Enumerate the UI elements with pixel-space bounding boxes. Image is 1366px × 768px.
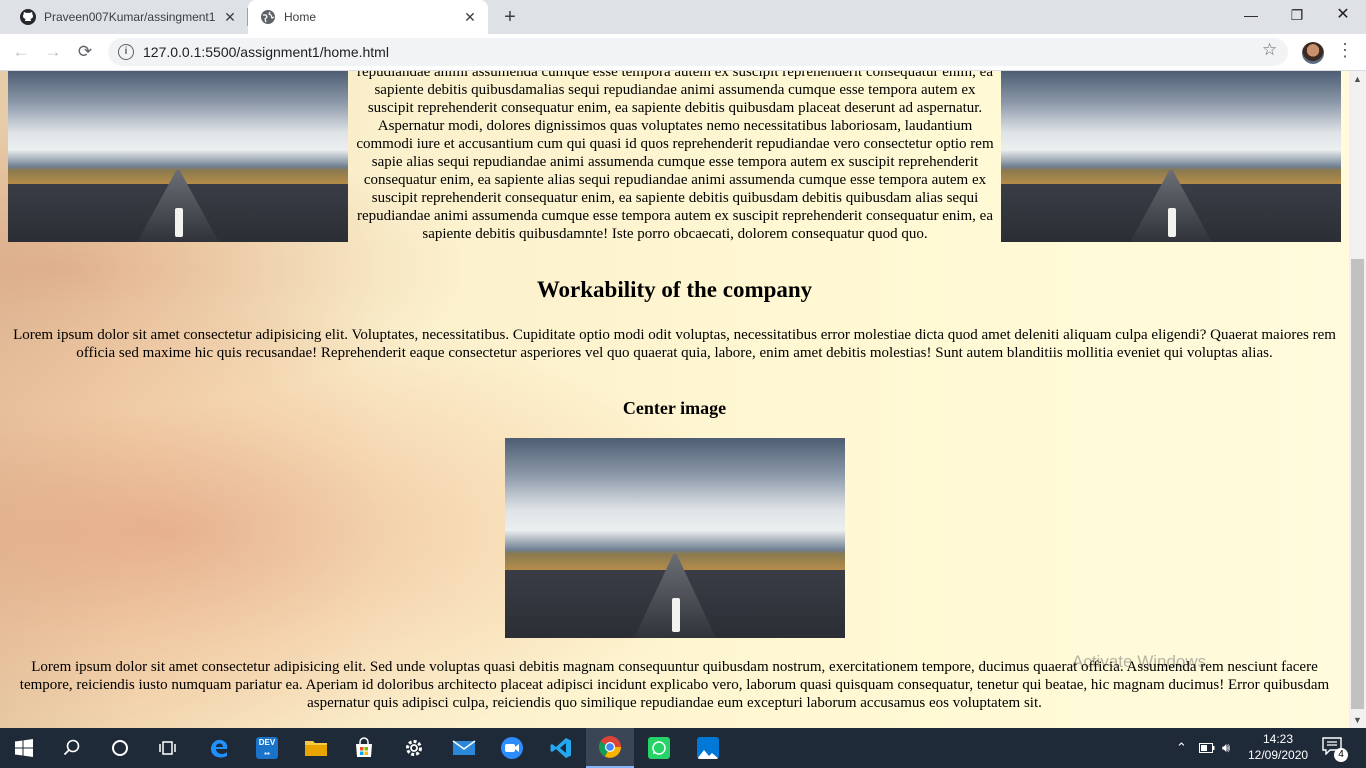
settings-icon[interactable] <box>390 728 438 768</box>
address-bar[interactable]: i 127.0.0.1:5500/assignment1/home.html <box>108 38 1288 66</box>
info-icon[interactable]: i <box>118 44 134 60</box>
whatsapp-icon[interactable] <box>635 728 683 768</box>
photos-icon[interactable] <box>684 728 732 768</box>
bookmark-star-icon[interactable]: ☆ <box>1262 40 1277 60</box>
globe-icon <box>260 9 276 25</box>
road-image-right <box>1001 71 1341 242</box>
battery-icon[interactable] <box>1199 728 1215 768</box>
store-icon[interactable] <box>340 728 388 768</box>
zoom-icon[interactable] <box>488 728 536 768</box>
page-scrollbar[interactable]: ▲ ▼ <box>1349 71 1366 728</box>
browser-menu-icon[interactable]: ⋮ <box>1336 40 1354 61</box>
center-image-heading: Center image <box>622 398 727 418</box>
github-icon <box>20 9 36 25</box>
profile-avatar[interactable] <box>1302 42 1324 64</box>
restore-button[interactable]: ❐ <box>1274 0 1320 30</box>
notification-badge: 4 <box>1334 748 1348 762</box>
task-view-icon[interactable] <box>144 728 192 768</box>
scrollbar-thumb[interactable] <box>1351 259 1364 709</box>
minimize-button[interactable]: — <box>1228 0 1274 30</box>
forward-button[interactable]: → <box>41 40 65 64</box>
scroll-up-arrow-icon[interactable]: ▲ <box>1349 71 1366 87</box>
road-image-left <box>8 71 348 242</box>
file-explorer-icon[interactable] <box>292 728 340 768</box>
search-icon[interactable] <box>48 728 96 768</box>
tab-title: Praveen007Kumar/assingment1 <box>44 10 216 24</box>
new-tab-button[interactable]: + <box>498 5 522 29</box>
reload-button[interactable]: ⟳ <box>73 40 97 64</box>
volume-icon[interactable]: 🔊︎ <box>1222 728 1230 768</box>
close-tab-icon[interactable]: ✕ <box>462 9 478 25</box>
browser-toolbar: ← → ⟳ i 127.0.0.1:5500/assignment1/home.… <box>0 34 1366 71</box>
action-center-icon[interactable]: 4 <box>1322 737 1348 762</box>
back-button[interactable]: ← <box>9 40 33 64</box>
workability-heading: Workability of the company <box>536 277 813 302</box>
url-text[interactable]: 127.0.0.1:5500/assignment1/home.html <box>143 44 389 60</box>
intro-paragraph: repudiandae animi assumenda cumque esse … <box>356 71 994 242</box>
clock-time: 14:23 <box>1262 732 1294 746</box>
show-hidden-icons-chevron-icon[interactable]: ⌃ <box>1176 728 1187 768</box>
edge-icon[interactable] <box>195 728 243 768</box>
tab-github[interactable]: Praveen007Kumar/assingment1 ✕ <box>8 0 248 34</box>
clock-date: 12/09/2020 <box>1248 748 1309 762</box>
dev-icon[interactable]: DEV ▪▪ <box>243 728 291 768</box>
road-image-center <box>505 438 845 638</box>
window-close-button[interactable]: ✕ <box>1320 0 1366 30</box>
windows-taskbar: DEV ▪▪ ⌃ 🔊︎ 14:23 12/09/2020 4 <box>0 728 1366 768</box>
close-tab-icon[interactable]: ✕ <box>222 9 238 25</box>
tab-home[interactable]: Home ✕ <box>248 0 488 34</box>
footer-paragraph: Lorem ipsum dolor sit amet consectetur a… <box>19 659 1330 711</box>
cortana-icon[interactable] <box>96 728 144 768</box>
scroll-down-arrow-icon[interactable]: ▼ <box>1349 712 1366 728</box>
tab-title: Home <box>284 10 317 24</box>
mail-icon[interactable] <box>440 728 488 768</box>
workability-paragraph: Lorem ipsum dolor sit amet consectetur a… <box>13 327 1336 361</box>
tab-strip: Praveen007Kumar/assingment1 ✕ Home ✕ + —… <box>0 0 1366 34</box>
windows-start-icon[interactable] <box>0 728 48 768</box>
page-viewport: repudiandae animi assumenda cumque esse … <box>0 71 1349 728</box>
vscode-icon[interactable] <box>537 728 585 768</box>
system-clock[interactable]: 14:23 12/09/2020 <box>1248 731 1308 763</box>
chrome-icon[interactable] <box>586 728 634 768</box>
